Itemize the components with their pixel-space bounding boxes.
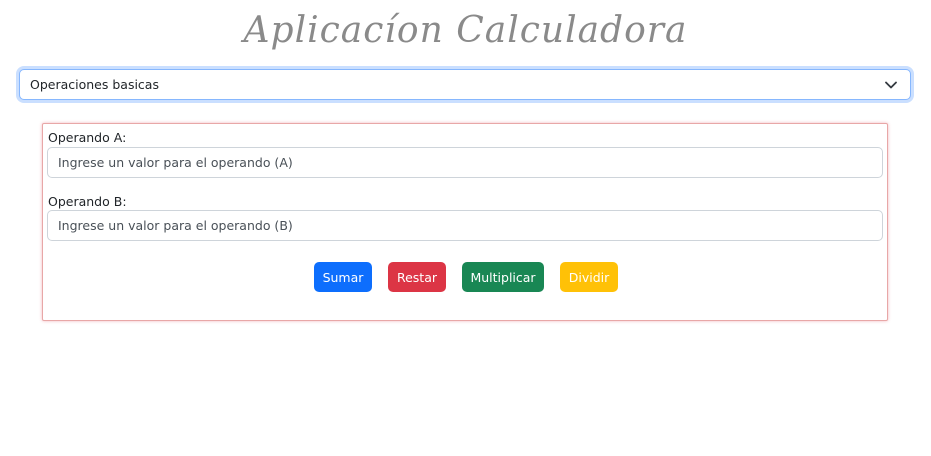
- page-title: Aplicacíon Calculadora: [243, 10, 688, 51]
- dividir-button[interactable]: Dividir: [560, 262, 618, 292]
- sumar-button[interactable]: Sumar: [314, 262, 372, 292]
- calculator-page: Aplicacíon Calculadora Operaciones basic…: [0, 0, 931, 456]
- calculator-card: Operando A: Operando B: Sumar Restar Mul…: [42, 123, 888, 321]
- operation-type-select[interactable]: Operaciones basicas: [19, 69, 911, 100]
- operand-b-input[interactable]: [47, 210, 883, 241]
- operation-buttons: Sumar Restar Multiplicar Dividir: [43, 262, 889, 292]
- operand-a-label: Operando A:: [48, 130, 127, 145]
- operation-type-selected-value: Operaciones basicas: [30, 77, 159, 92]
- multiplicar-button[interactable]: Multiplicar: [462, 262, 544, 292]
- operand-a-input[interactable]: [47, 147, 883, 178]
- operand-b-label: Operando B:: [48, 194, 127, 209]
- chevron-down-icon: [884, 78, 898, 92]
- restar-button[interactable]: Restar: [388, 262, 446, 292]
